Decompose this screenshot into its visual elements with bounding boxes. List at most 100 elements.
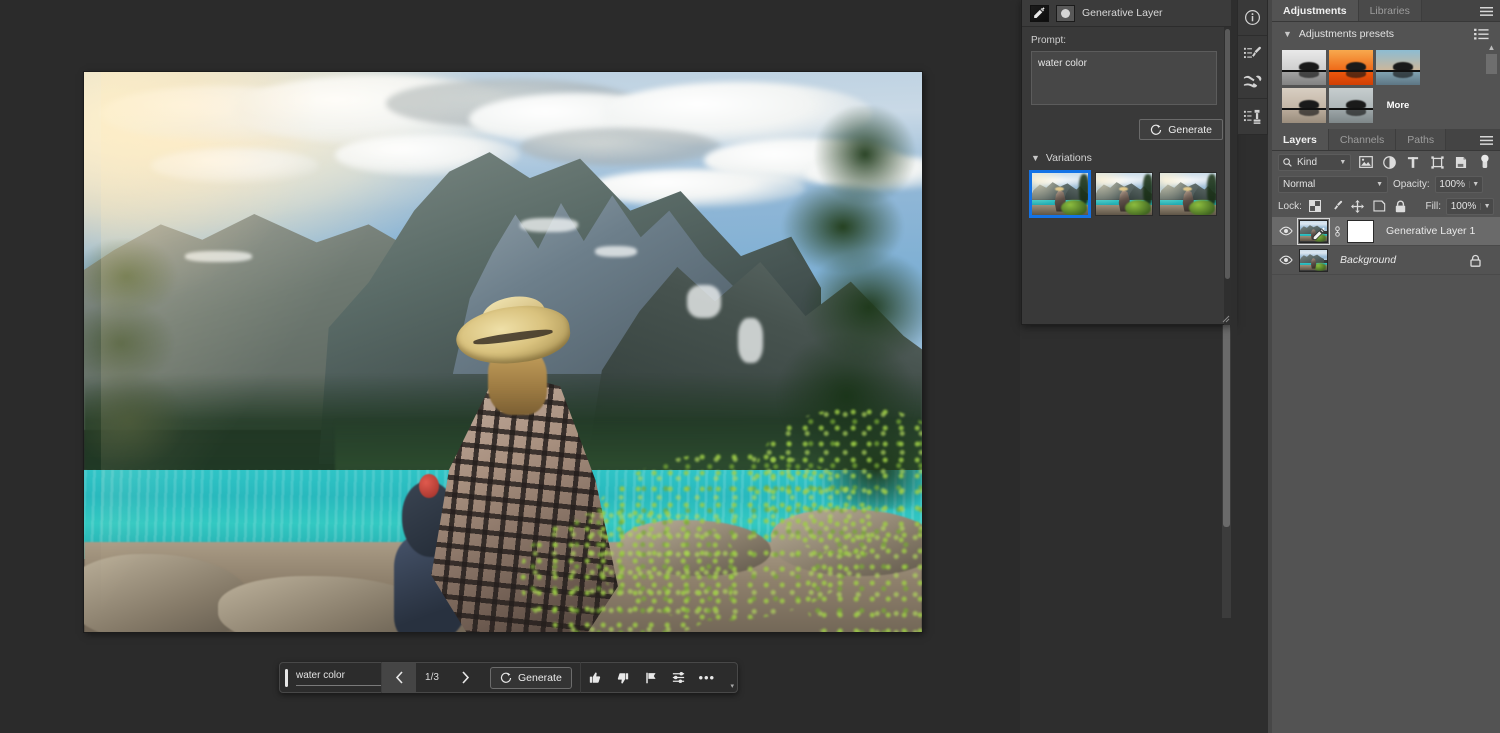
layer-name[interactable]: Background <box>1340 254 1461 266</box>
tab-channels[interactable]: Channels <box>1329 129 1396 150</box>
previous-variation-button[interactable] <box>382 663 416 692</box>
lock-all-button[interactable] <box>1392 198 1408 215</box>
adjustments-list-view-button[interactable] <box>1474 28 1489 41</box>
layer-mask-link-icon[interactable] <box>1333 226 1342 237</box>
properties-button[interactable] <box>665 663 693 692</box>
tab-paths[interactable]: Paths <box>1396 129 1446 150</box>
hamburger-menu-icon <box>1480 135 1493 146</box>
adjustments-scrollbar[interactable]: ▲ <box>1486 44 1497 130</box>
filter-adjustment-layers-button[interactable] <box>1380 154 1399 171</box>
opacity-field[interactable]: 100% ▼ <box>1435 176 1483 193</box>
adjustments-presets-grid: More <box>1272 46 1472 123</box>
layer-thumbnail[interactable] <box>1299 249 1328 272</box>
lock-artboard-nesting-button[interactable] <box>1371 198 1387 215</box>
scroll-up-caret-icon[interactable]: ▲ <box>1486 44 1497 52</box>
filter-pixel-layers-button[interactable] <box>1356 154 1375 171</box>
search-icon <box>1283 158 1292 167</box>
layer-mask-thumbnail[interactable] <box>1347 220 1374 243</box>
collapsed-panel-rail[interactable] <box>1237 0 1268 135</box>
table-row[interactable]: Background <box>1272 246 1500 275</box>
more-options-button[interactable]: ••• <box>693 663 721 692</box>
layers-tab-bar[interactable]: Layers Channels Paths <box>1272 129 1500 151</box>
generate-button[interactable]: Generate <box>1139 119 1223 140</box>
task-bar-drag-handle[interactable] <box>285 669 288 687</box>
canvas-vertical-scrollbar[interactable] <box>1222 318 1231 618</box>
generate-sparkle-icon <box>1150 124 1162 136</box>
background-lock-icon[interactable] <box>1466 252 1484 269</box>
brush-settings-button[interactable] <box>1238 40 1267 67</box>
lock-position-button[interactable] <box>1350 198 1366 215</box>
variation-thumbnail-2[interactable] <box>1095 172 1153 216</box>
document-canvas-image[interactable] <box>84 72 922 632</box>
task-bar-generate-button[interactable]: Generate <box>490 667 572 689</box>
preset-thumbnail-3[interactable] <box>1376 50 1420 85</box>
info-panel-button[interactable] <box>1238 4 1267 31</box>
preset-thumbnail-2[interactable] <box>1329 50 1373 85</box>
task-bar-collapse-caret[interactable]: ▾ <box>730 682 734 690</box>
adjustments-presets-header[interactable]: ▼ Adjustments presets <box>1272 22 1500 46</box>
adjustments-panel: ▼ Adjustments presets <box>1272 22 1500 129</box>
adjustments-panel-menu-button[interactable] <box>1480 6 1493 17</box>
link-icon <box>1334 226 1341 237</box>
tool-presets-button[interactable] <box>1238 67 1267 94</box>
thumbs-up-button[interactable] <box>581 663 609 692</box>
chevron-down-icon: ▼ <box>1339 159 1346 166</box>
variation-thumbnail-1[interactable] <box>1031 172 1089 216</box>
canvas-area[interactable]: 1/3 Generate <box>0 0 1020 733</box>
photo-bush-2 <box>520 509 738 632</box>
lock-artboard-nesting-icon <box>1373 200 1386 212</box>
tab-layers[interactable]: Layers <box>1272 129 1329 150</box>
adjustments-tab-bar[interactable]: Adjustments Libraries <box>1272 0 1500 22</box>
preset-thumbnail-4[interactable] <box>1282 88 1326 123</box>
layer-name[interactable]: Generative Layer 1 <box>1386 225 1494 237</box>
filter-toggle-button[interactable] <box>1475 154 1494 171</box>
adjustments-presets-label: Adjustments presets <box>1299 28 1467 40</box>
filter-smart-object-button[interactable] <box>1451 154 1470 171</box>
rail-group-info <box>1238 0 1267 36</box>
layer-visibility-toggle[interactable] <box>1278 226 1294 236</box>
prompt-textarea[interactable] <box>1031 51 1217 105</box>
table-row[interactable]: Generative Layer 1 <box>1272 217 1500 246</box>
task-bar-prompt-input[interactable] <box>296 669 381 686</box>
variation-thumbnail-3[interactable] <box>1159 172 1217 216</box>
chevron-down-icon[interactable]: ▼ <box>1480 203 1493 210</box>
lock-image-pixels-button[interactable] <box>1328 198 1344 215</box>
preset-thumbnail-5[interactable] <box>1329 88 1373 123</box>
lock-icon <box>1470 254 1481 267</box>
next-variation-button[interactable] <box>448 663 482 692</box>
preset-thumbnail-1[interactable] <box>1282 50 1326 85</box>
layers-panel-menu-button[interactable] <box>1480 135 1493 146</box>
layer-visibility-toggle[interactable] <box>1278 255 1294 265</box>
presets-more-button[interactable]: More <box>1376 88 1420 123</box>
generative-fill-badge-icon <box>1033 7 1046 19</box>
canvas-scroll-thumb[interactable] <box>1223 322 1230 527</box>
filter-shape-layers-icon <box>1431 156 1444 169</box>
filter-type-layers-icon <box>1407 156 1419 169</box>
variations-section-header[interactable]: ▼ Variations <box>1031 152 1223 164</box>
layer-thumbnail[interactable] <box>1299 220 1328 243</box>
tab-libraries[interactable]: Libraries <box>1359 0 1422 21</box>
generative-layer-panel[interactable]: Generative Layer Prompt: Generate ▼ Vari… <box>1021 0 1233 325</box>
filter-type-layers-button[interactable] <box>1404 154 1423 171</box>
brush-settings-icon <box>1243 45 1262 62</box>
report-button[interactable] <box>637 663 665 692</box>
fill-value: 100% <box>1447 201 1480 212</box>
opacity-label: Opacity: <box>1393 179 1430 190</box>
lock-transparent-pixels-button[interactable] <box>1307 198 1323 215</box>
clone-source-button[interactable] <box>1238 103 1267 130</box>
chevron-down-icon[interactable]: ▼ <box>1469 181 1482 188</box>
tab-adjustments[interactable]: Adjustments <box>1272 0 1359 21</box>
adjustments-scroll-thumb[interactable] <box>1486 54 1497 74</box>
right-dock: Adjustments Libraries ▼ Adjustments pres… <box>1272 0 1500 733</box>
generative-panel-scroll-thumb[interactable] <box>1225 29 1230 279</box>
contextual-task-bar[interactable]: 1/3 Generate <box>279 662 738 693</box>
fill-field[interactable]: 100% ▼ <box>1446 198 1494 215</box>
blend-mode-select[interactable]: Normal ▼ <box>1278 176 1388 193</box>
generate-sparkle-icon <box>500 672 512 684</box>
generative-panel-resize-grip[interactable] <box>1222 315 1230 323</box>
layer-kind-filter-select[interactable]: Kind ▼ <box>1278 154 1351 171</box>
photoshop-window: 1/3 Generate <box>0 0 1500 733</box>
thumbs-down-button[interactable] <box>609 663 637 692</box>
generative-panel-scrollbar[interactable] <box>1224 27 1231 325</box>
filter-shape-layers-button[interactable] <box>1428 154 1447 171</box>
